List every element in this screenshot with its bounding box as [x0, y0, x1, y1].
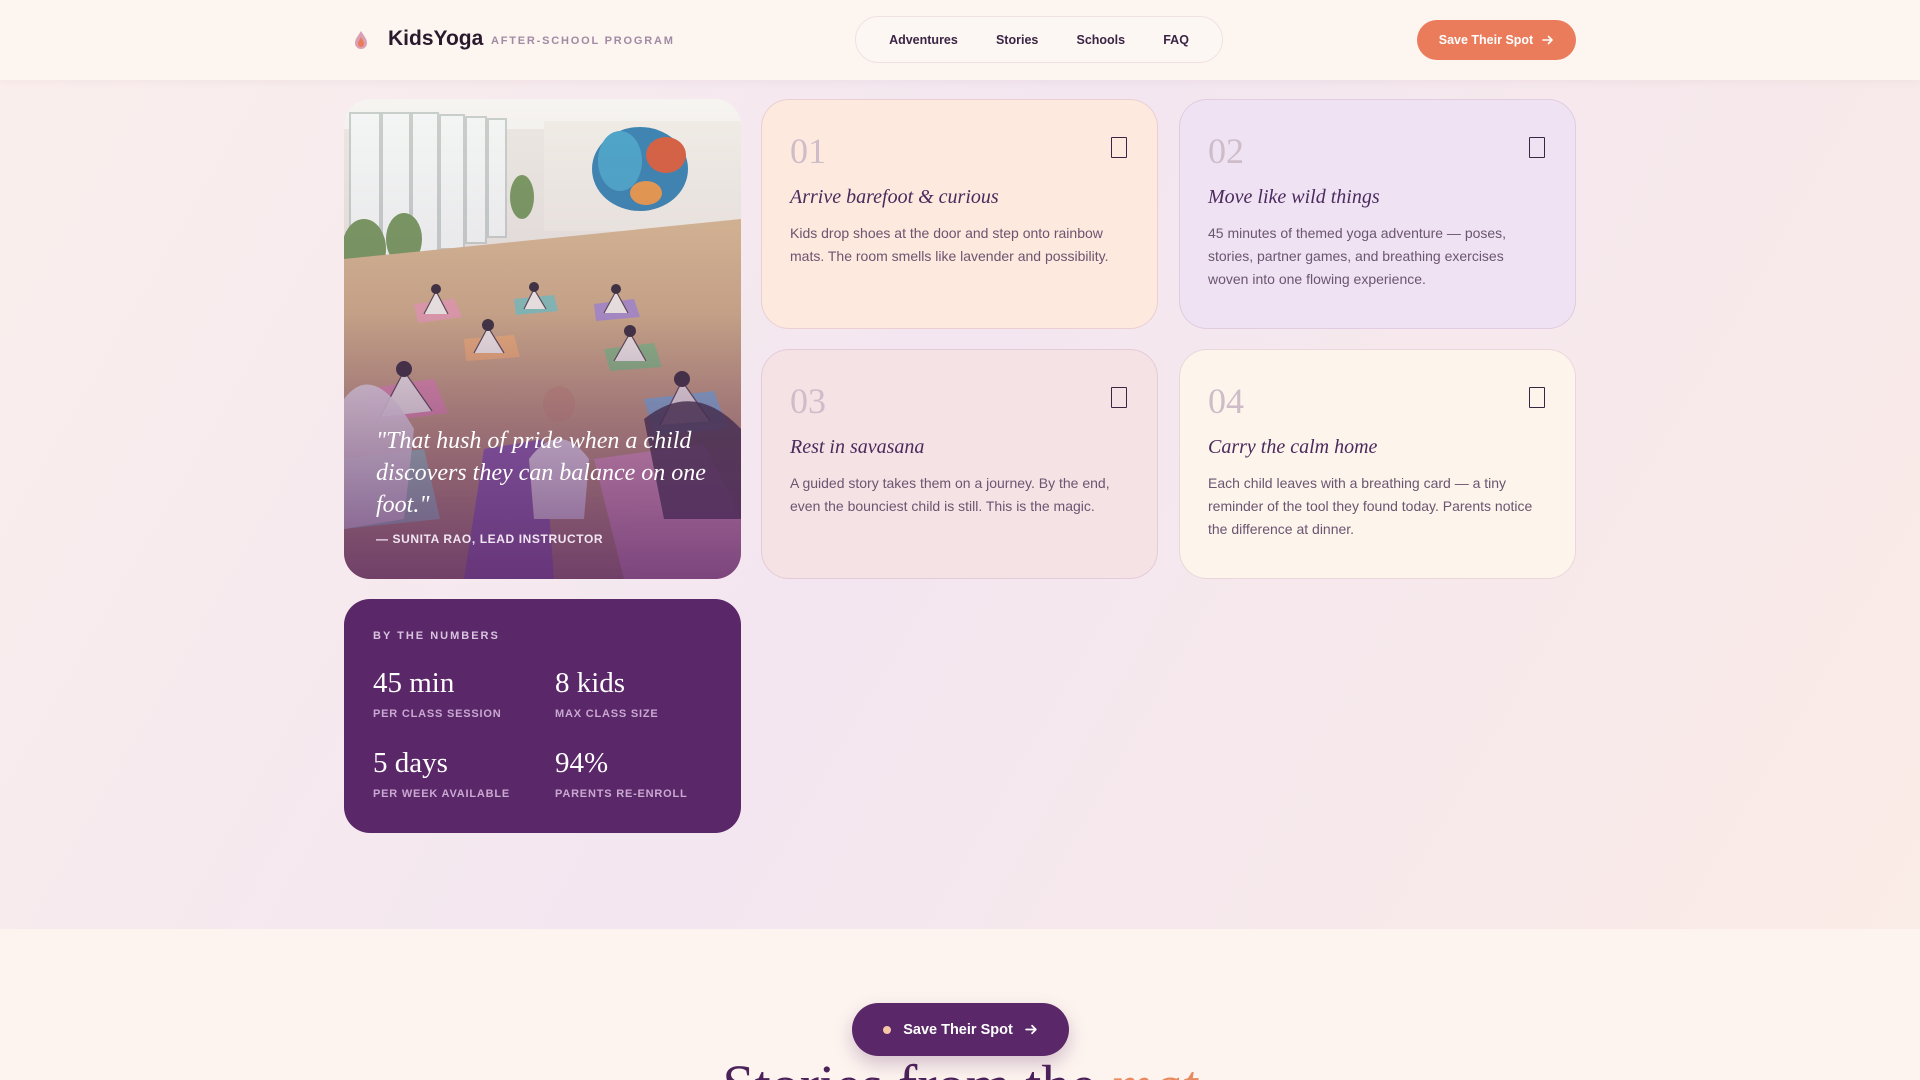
bookmark-icon[interactable]	[1111, 387, 1127, 408]
nav-link-stories[interactable]: Stories	[996, 33, 1038, 47]
step-number: 02	[1208, 131, 1244, 171]
save-spot-button-label: Save Their Spot	[1438, 33, 1534, 47]
floating-save-spot-label: Save Their Spot	[903, 1021, 1013, 1038]
stories-section: Save Their Spot Stories from the mat	[0, 929, 1920, 1080]
step-card-02[interactable]: 02 Move like wild things 45 minutes of t…	[1179, 99, 1576, 329]
step-title: Move like wild things	[1208, 186, 1380, 208]
main-nav: Adventures Stories Schools FAQ	[855, 16, 1223, 63]
arrow-right-icon	[1542, 35, 1554, 45]
testimonial-quote: "That hush of pride when a child discove…	[376, 428, 706, 518]
nav-link-schools[interactable]: Schools	[1076, 33, 1125, 47]
testimonial-author: — SUNITA RAO, LEAD INSTRUCTOR	[376, 532, 604, 546]
stat-value: 8 kids	[555, 667, 626, 699]
step-number: 04	[1208, 381, 1244, 421]
top-navigation-bar: KidsYoga AFTER-SCHOOL PROGRAM Adventures…	[0, 0, 1920, 80]
save-spot-button[interactable]: Save Their Spot	[1417, 20, 1576, 60]
step-description: 45 minutes of themed yoga adventure — po…	[1208, 225, 1507, 287]
floating-save-spot-button[interactable]: Save Their Spot	[852, 1003, 1069, 1056]
stat-caption: PER WEEK AVAILABLE	[373, 788, 511, 800]
arrow-right-icon	[1025, 1024, 1037, 1035]
brand-tagline: AFTER-SCHOOL PROGRAM	[491, 35, 675, 47]
stat-caption: PARENTS RE-ENROLL	[555, 788, 688, 800]
step-card-03[interactable]: 03 Rest in savasana A guided story takes…	[761, 349, 1158, 579]
step-card-04[interactable]: 04 Carry the calm home Each child leaves…	[1179, 349, 1576, 579]
stat-value: 45 min	[373, 667, 455, 699]
nav-link-adventures[interactable]: Adventures	[889, 33, 958, 47]
step-number: 03	[790, 381, 826, 421]
stat-class-size: 8 kids MAX CLASS SIZE	[555, 667, 659, 720]
step-description: Kids drop shoes at the door and step ont…	[790, 225, 1109, 264]
bookmark-icon[interactable]	[1529, 137, 1545, 158]
bookmark-icon[interactable]	[1111, 137, 1127, 158]
stat-value: 5 days	[373, 747, 448, 779]
stat-value: 94%	[555, 747, 609, 779]
step-description: Each child leaves with a breathing card …	[1208, 475, 1533, 537]
step-description: A guided story takes them on a journey. …	[790, 475, 1110, 514]
stat-caption: PER CLASS SESSION	[373, 708, 502, 720]
section-heading-accent: mat	[1111, 1053, 1198, 1080]
testimonial-photo-card: "That hush of pride when a child discove…	[344, 99, 741, 579]
step-title: Carry the calm home	[1208, 436, 1378, 458]
stats-card: BY THE NUMBERS 45 min PER CLASS SESSION …	[344, 599, 741, 833]
bookmark-icon[interactable]	[1529, 387, 1545, 408]
section-heading: Stories from the mat	[0, 1052, 1920, 1080]
stat-caption: MAX CLASS SIZE	[555, 708, 659, 720]
step-number: 01	[790, 131, 826, 171]
section-heading-main: Stories from the	[722, 1053, 1096, 1080]
status-dot-icon	[883, 1025, 892, 1034]
drop-flame-icon[interactable]	[353, 30, 369, 50]
brand-name[interactable]: KidsYoga	[388, 27, 483, 51]
stat-days-available: 5 days PER WEEK AVAILABLE	[373, 747, 510, 800]
step-title: Rest in savasana	[790, 436, 925, 458]
stats-heading: BY THE NUMBERS	[373, 630, 500, 642]
step-card-01[interactable]: 01 Arrive barefoot & curious Kids drop s…	[761, 99, 1158, 329]
nav-link-faq[interactable]: FAQ	[1163, 33, 1189, 47]
stat-reenroll-rate: 94% PARENTS RE-ENROLL	[555, 747, 688, 800]
step-title: Arrive barefoot & curious	[790, 186, 999, 208]
stat-class-length: 45 min PER CLASS SESSION	[373, 667, 502, 720]
